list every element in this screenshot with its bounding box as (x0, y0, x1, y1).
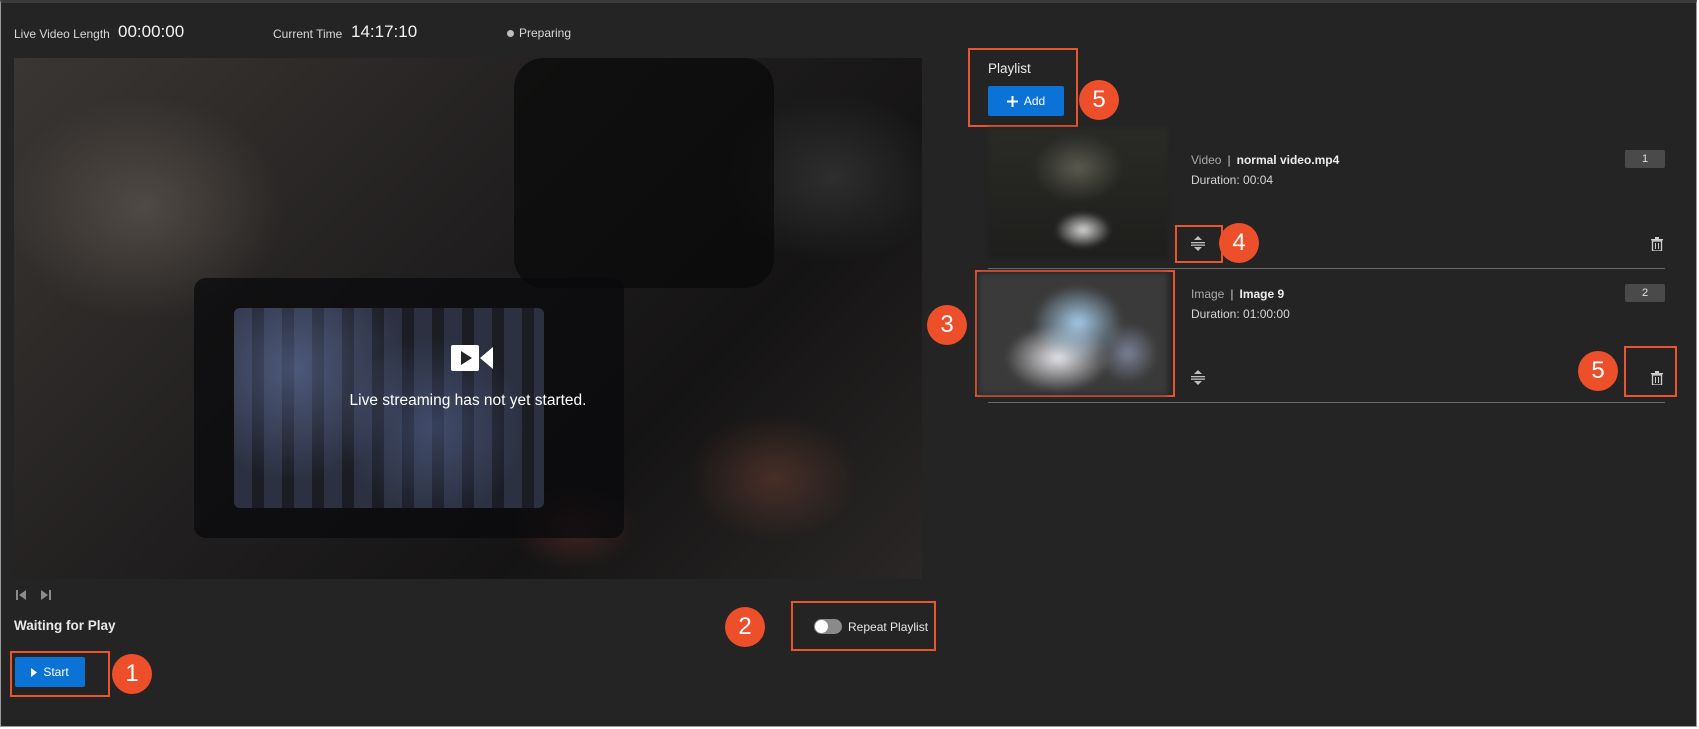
item-type: Video (1191, 153, 1222, 167)
repeat-playlist-toggle[interactable] (814, 619, 842, 634)
repeat-playlist-control[interactable]: Repeat Playlist (814, 619, 928, 634)
video-preview: Live streaming has not yet started. (14, 58, 922, 579)
item-duration: Duration: 00:04 (1191, 173, 1274, 187)
video-thumbnail (988, 128, 1168, 258)
callout-badge-3: 3 (927, 305, 967, 345)
item-separator: | (1227, 153, 1231, 167)
live-length-label: Live Video Length (14, 27, 110, 41)
live-length-value: 00:00:00 (118, 22, 185, 41)
callout-badge-4: 4 (1219, 223, 1259, 263)
item-name: normal video.mp4 (1236, 153, 1340, 167)
next-icon[interactable] (40, 589, 52, 601)
play-icon (31, 667, 38, 677)
callout-badge-2: 2 (725, 607, 765, 647)
callout-badge-5-delete: 5 (1578, 351, 1618, 391)
plus-icon (1006, 95, 1018, 107)
status-indicator: Preparing (507, 26, 571, 40)
status-dot-icon (507, 29, 514, 37)
drag-handle-icon[interactable] (1191, 236, 1205, 251)
item-duration: Duration: 01:00:00 (1191, 307, 1290, 321)
callout-badge-5-add: 5 (1079, 80, 1119, 120)
camera-top-shape (514, 58, 774, 288)
item-name: Image 9 (1239, 287, 1285, 301)
add-button[interactable]: Add (988, 86, 1064, 116)
item-separator: | (1230, 287, 1234, 301)
live-stream-console: Live Video Length 00:00:00 Current Time … (0, 0, 1697, 727)
item-index-badge: 1 (1625, 150, 1665, 168)
status-text: Preparing (519, 26, 572, 40)
item-type: Image (1191, 287, 1225, 301)
player-state: Waiting for Play (14, 618, 116, 633)
add-button-label: Add (1023, 94, 1046, 108)
trash-icon[interactable] (1651, 237, 1663, 251)
list-item-header: Image | Image 9 (1191, 287, 1284, 301)
current-time-label: Current Time (273, 27, 343, 41)
current-time-value: 14:17:10 (351, 22, 418, 41)
previous-icon[interactable] (15, 589, 27, 601)
drag-handle-icon[interactable] (1191, 370, 1205, 385)
item-divider (988, 402, 1665, 403)
item-divider (988, 268, 1665, 269)
image-thumbnail (978, 273, 1168, 395)
start-button[interactable]: Start (15, 657, 85, 687)
trash-icon[interactable] (1651, 371, 1663, 385)
repeat-playlist-label: Repeat Playlist (848, 619, 929, 634)
stream-status-message: Live streaming has not yet started. (349, 392, 587, 409)
start-button-label: Start (43, 665, 69, 679)
video-camera-icon (451, 345, 493, 371)
playlist-title: Playlist (988, 61, 1031, 76)
list-item-header: Video | normal video.mp4 (1191, 153, 1339, 167)
callout-badge-1: 1 (112, 654, 152, 694)
item-index-badge: 2 (1625, 284, 1665, 302)
